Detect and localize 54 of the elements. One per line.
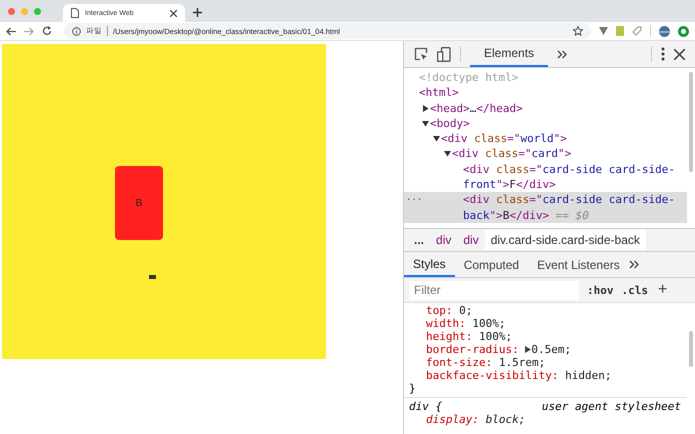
css-declaration: display: block; — [425, 413, 526, 426]
tag-icon[interactable] — [632, 26, 642, 36]
minimize-window-dot[interactable] — [21, 8, 28, 14]
styles-pane-tab[interactable]: Event Listeners — [528, 252, 629, 277]
breadcrumb[interactable]: div — [430, 230, 458, 250]
reload-icon[interactable] — [42, 26, 52, 36]
expanded-triangle-icon[interactable] — [422, 120, 429, 127]
css-selector: div { — [409, 400, 442, 413]
breadcrumb[interactable]: div — [457, 230, 485, 250]
styles-pane-tab[interactable]: Computed — [454, 252, 528, 277]
css-declaration[interactable]: top: 0; — [404, 304, 687, 317]
stylesheet-source: user agent stylesheet — [542, 400, 681, 413]
scrollbar[interactable] — [689, 72, 693, 172]
more-tabs-icon[interactable] — [557, 50, 568, 58]
star-icon[interactable] — [573, 26, 583, 36]
close-window-dot[interactable] — [8, 8, 15, 14]
scrollbar[interactable] — [689, 331, 693, 367]
device-toolbar-icon[interactable] — [437, 46, 451, 62]
page-icon — [71, 8, 79, 18]
new-tab-icon[interactable] — [193, 8, 202, 17]
expanded-triangle-icon[interactable] — [433, 135, 440, 142]
breadcrumb[interactable]: div.card-side.card-side-back — [484, 230, 646, 250]
filter-field[interactable]: Filter — [409, 280, 579, 300]
inspect-element-icon[interactable] — [414, 47, 428, 61]
dom-node-line[interactable]: <div class="world"> — [441, 131, 687, 146]
breadcrumb[interactable]: ... — [408, 230, 430, 250]
dom-node-line[interactable]: <div class="card-side card-side-front">F</div> — [463, 162, 687, 192]
css-declaration[interactable]: backface-visibility: hidden; — [404, 369, 687, 382]
rule-close-brace: } — [404, 382, 687, 398]
ring-icon[interactable] — [678, 26, 689, 36]
info-icon — [72, 26, 81, 36]
close-tab-icon[interactable] — [170, 10, 177, 16]
back-arrow-icon[interactable] — [6, 26, 16, 36]
dom-node-line[interactable]: <body> — [430, 116, 687, 132]
expand-triangle-icon[interactable] — [525, 346, 532, 353]
hover-state-toggle[interactable]: :hov — [587, 284, 614, 296]
css-declaration[interactable]: font-size: 1.5rem; — [404, 356, 687, 369]
class-toggle[interactable]: .cls — [622, 284, 648, 296]
close-icon[interactable] — [674, 48, 685, 60]
profile-avatar-icon[interactable] — [659, 26, 670, 36]
card: B — [115, 166, 163, 240]
dom-node-line[interactable]: <html> — [419, 85, 687, 101]
new-rule-button[interactable]: + — [658, 281, 668, 299]
more-dots[interactable]: ... — [406, 192, 422, 204]
collapsed-triangle-icon[interactable] — [422, 104, 429, 112]
kebab-menu-icon[interactable] — [661, 47, 665, 61]
dom-node-line[interactable]: <div class="card"> — [452, 146, 687, 162]
css-declaration[interactable]: border-radius: 0.5em; — [404, 343, 687, 356]
css-declaration[interactable]: width: 100%; — [404, 317, 687, 330]
expanded-triangle-icon[interactable] — [444, 150, 451, 158]
dom-node-line[interactable]: <head>…</head> — [430, 100, 687, 116]
zoom-window-dot[interactable] — [34, 8, 41, 14]
more-tabs-icon[interactable] — [628, 260, 639, 269]
css-declaration[interactable]: height: 100%; — [404, 330, 687, 343]
